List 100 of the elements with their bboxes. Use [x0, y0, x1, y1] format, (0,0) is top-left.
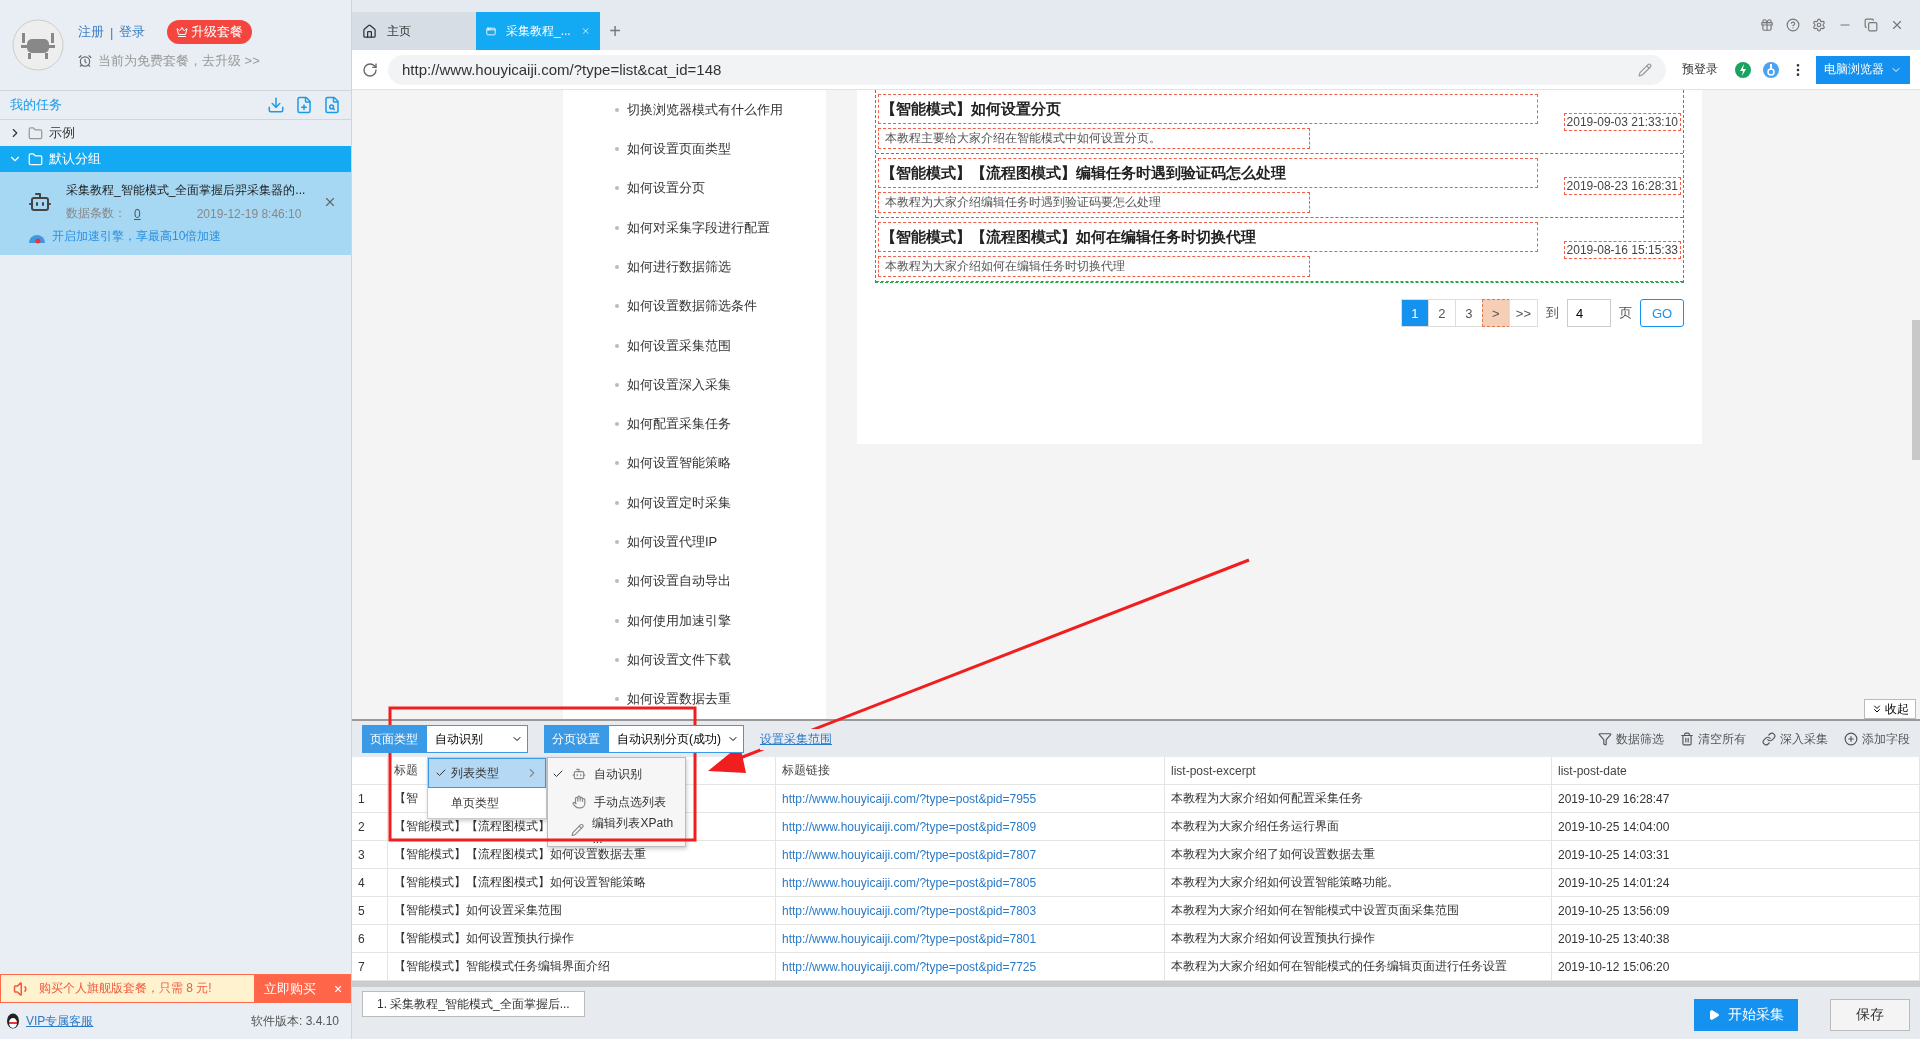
table-cell: 【智能模式】智能模式任务编辑界面介绍 [388, 953, 776, 981]
link-cell[interactable]: http://www.houyicaiji.com/?type=post&pid=7805 [776, 869, 1165, 897]
save-button[interactable]: 保存 [1830, 999, 1910, 1031]
pagination-label: 分页设置 [544, 725, 608, 753]
task-item[interactable]: 采集教程_智能模式_全面掌握后羿采集器的... 数据条数： 0 2019-12-19 8:46:10 开启加速引擎，享最高10倍加速 [0, 172, 351, 255]
category-link[interactable]: 如何设置代理IP [615, 522, 826, 562]
support-link[interactable]: VIP专属客服 [26, 1012, 94, 1030]
login-link[interactable]: 登录 [119, 23, 146, 41]
article-excerpt: 本教程为大家介绍如何在编辑任务时切换代理 [878, 256, 1310, 277]
article-title[interactable]: 【智能模式】【流程图模式】如何在编辑任务时切换代理 [878, 222, 1538, 252]
table-cell: 2019-10-25 14:03:31 [1552, 841, 1920, 869]
table-header: list-post-excerpt [1165, 757, 1552, 785]
category-link[interactable]: 如何设置智能策略 [615, 443, 826, 484]
promo-text: 购买个人旗舰版套餐，只需 8 元! [39, 980, 212, 997]
category-link[interactable]: 如何使用加速引擎 [615, 601, 826, 641]
table-cell: 2019-10-25 14:04:00 [1552, 813, 1920, 841]
table-header: list-post-date [1552, 757, 1920, 785]
table-cell: 2019-10-25 13:56:09 [1552, 897, 1920, 925]
link-cell[interactable]: http://www.houyicaiji.com/?type=post&pid=7807 [776, 841, 1165, 869]
table-cell: 2019-10-25 14:01:24 [1552, 869, 1920, 897]
category-link[interactable]: 如何设置深入采集 [615, 365, 826, 405]
category-link[interactable]: 如何对采集字段进行配置 [615, 207, 826, 248]
count-value[interactable]: 0 [134, 206, 141, 221]
table-cell: 2019-10-12 15:06:20 [1552, 953, 1920, 981]
row-number: 5 [352, 897, 388, 925]
menu-item[interactable]: 自动识别 [548, 760, 685, 788]
menu-item[interactable]: 列表类型 [428, 758, 546, 788]
category-link[interactable]: 如何配置采集任务 [615, 404, 826, 444]
collapse-button[interactable]: 收起 [1864, 699, 1916, 719]
goto-label: 到 [1546, 304, 1559, 322]
category-link[interactable]: 切换浏览器模式有什么作用 [615, 90, 826, 130]
address-field[interactable]: http://www.houyicaiji.com/?type=list&cat_id=148 [388, 54, 1666, 85]
page-type-select[interactable]: 自动识别 [426, 725, 528, 753]
table-cell: 【智能模式】如何设置采集范围 [388, 897, 776, 925]
category-link[interactable]: 如何设置数据去重 [615, 679, 826, 719]
register-link[interactable]: 注册 [78, 23, 104, 41]
table-cell: 本教程为大家介绍如何在智能模式中设置页面采集范围 [1165, 897, 1552, 925]
category-link[interactable]: 如何设置自动导出 [615, 561, 826, 602]
task-title: 采集教程_智能模式_全面掌握后羿采集器的... [66, 182, 307, 199]
article-title[interactable]: 【智能模式】【流程图模式】编辑任务时遇到验证码怎么处理 [878, 158, 1538, 188]
table-cell: 本教程为大家介绍了如何设置数据去重 [1165, 841, 1552, 869]
browser-tab[interactable]: 主页 [352, 12, 476, 50]
toolbar-button[interactable]: 数据筛选 [1598, 730, 1664, 748]
article-date: 2019-09-03 21:33:10 [1563, 112, 1681, 131]
toolbar-button[interactable]: 深入采集 [1762, 730, 1828, 748]
article-date: 2019-08-16 15:15:33 [1563, 240, 1681, 259]
page-unit: 页 [1619, 304, 1632, 322]
article-date: 2019-08-23 16:28:31 [1563, 176, 1681, 195]
table-cell: 2019-10-29 16:28:47 [1552, 785, 1920, 813]
pre-login-button[interactable]: 预登录 [1676, 60, 1724, 79]
row-number: 4 [352, 869, 388, 897]
menu-item[interactable]: 手动点选列表 [548, 788, 685, 816]
version-text: 软件版本: 3.4.10 [250, 1012, 339, 1030]
link-cell[interactable]: http://www.houyicaiji.com/?type=post&pid=7725 [776, 953, 1165, 981]
page-button[interactable]: 2 [1427, 299, 1456, 327]
separator: | [110, 24, 114, 40]
task-date: 2019-12-19 8:46:10 [196, 206, 302, 221]
row-number: 6 [352, 925, 388, 953]
pagination-select[interactable]: 自动识别分页(成功) [608, 725, 744, 753]
tree-group[interactable]: 示例 [0, 120, 351, 146]
link-cell[interactable]: http://www.houyicaiji.com/?type=post&pid=7809 [776, 813, 1165, 841]
link-cell[interactable]: http://www.houyicaiji.com/?type=post&pid=7955 [776, 785, 1165, 813]
category-link[interactable]: 如何设置分页 [615, 168, 826, 208]
page-input[interactable]: 4 [1567, 299, 1611, 327]
category-link[interactable]: 如何进行数据筛选 [615, 247, 826, 287]
row-number: 2 [352, 813, 388, 841]
last-page-button[interactable]: >> [1508, 299, 1538, 327]
table-cell: 本教程为大家介绍如何设置预执行操作 [1165, 925, 1552, 953]
task-tab[interactable]: 1. 采集教程_智能模式_全面掌握后... [362, 991, 585, 1017]
table-cell: 2019-10-25 13:40:38 [1552, 925, 1920, 953]
toolbar-button[interactable]: 清空所有 [1680, 730, 1746, 748]
new-tab-button[interactable]: + [600, 12, 630, 50]
row-number: 3 [352, 841, 388, 869]
table-cell: 本教程为大家介绍任务运行界面 [1165, 813, 1552, 841]
upgrade-button[interactable]: 升级套餐 [167, 20, 253, 44]
category-link[interactable]: 如何设置文件下载 [615, 640, 826, 680]
article-excerpt: 本教程为大家介绍编辑任务时遇到验证码要怎么处理 [878, 192, 1310, 213]
table-header: 标题链接 [776, 757, 1165, 785]
table-cell: 本教程为大家介绍如何设置智能策略功能。 [1165, 869, 1552, 897]
article-excerpt: 本教程主要给大家介绍在智能模式中如何设置分页。 [878, 128, 1310, 149]
category-link[interactable]: 如何设置数据筛选条件 [615, 286, 826, 326]
category-link[interactable]: 如何设置采集范围 [615, 325, 826, 366]
next-page-button[interactable]: > [1481, 299, 1510, 327]
range-link[interactable]: 设置采集范围 [760, 728, 832, 750]
menu-item[interactable]: 单页类型 [428, 788, 546, 818]
page-type-label: 页面类型 [362, 725, 426, 753]
link-cell[interactable]: http://www.houyicaiji.com/?type=post&pid=7801 [776, 925, 1165, 953]
table-cell: 本教程为大家介绍如何配置采集任务 [1165, 785, 1552, 813]
category-link[interactable]: 如何设置页面类型 [615, 129, 826, 169]
category-link[interactable]: 如何设置定时采集 [615, 483, 826, 523]
count-label: 数据条数： [66, 205, 126, 222]
table-cell: 【智能模式】如何设置预执行操作 [388, 925, 776, 953]
table-cell: 【智能模式】【流程图模式】如何设置智能策略 [388, 869, 776, 897]
toolbar-button[interactable]: 添加字段 [1844, 730, 1910, 748]
link-cell[interactable]: http://www.houyicaiji.com/?type=post&pid=7803 [776, 897, 1165, 925]
row-number: 7 [352, 953, 388, 981]
page-button[interactable]: 3 [1454, 299, 1483, 327]
article-title[interactable]: 【智能模式】如何设置分页 [878, 94, 1538, 124]
menu-item[interactable]: 编辑列表XPath ... [548, 816, 685, 844]
table-cell: 本教程为大家介绍如何在智能模式的任务编辑页面进行任务设置 [1165, 953, 1552, 981]
